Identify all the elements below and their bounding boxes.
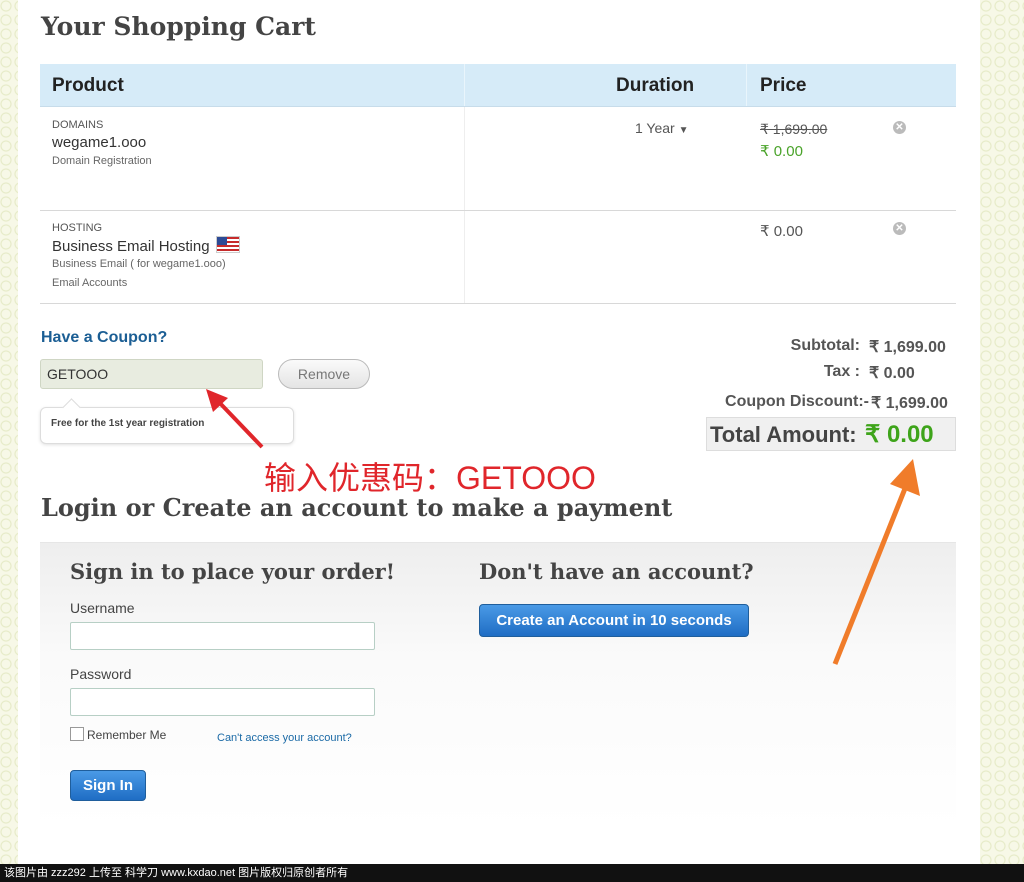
header-divider <box>746 64 747 106</box>
table-row: DOMAINS wegame1.ooo Domain Registration … <box>40 107 956 211</box>
header-price: Price <box>760 75 807 96</box>
header-duration: Duration <box>616 75 695 96</box>
username-input[interactable] <box>70 622 375 650</box>
subtotal-value: ₹ 1,699.00 <box>869 339 946 356</box>
cart-table: Product Duration Price DOMAINS wegame1.o… <box>40 64 956 304</box>
item-name: wegame1.ooo <box>52 134 147 151</box>
total-value: ₹ 0.00 <box>865 421 934 448</box>
duration-value: 1 Year <box>635 120 675 136</box>
remember-me: Remember Me <box>70 727 166 742</box>
remove-item-icon[interactable]: ✕ <box>893 121 906 134</box>
item-name: Business Email Hosting <box>52 238 210 255</box>
duration-dropdown[interactable]: 1 Year ▼ <box>635 120 689 136</box>
total-label: Total Amount: <box>710 422 857 447</box>
remember-label: Remember Me <box>87 728 167 742</box>
item-description-2: Email Accounts <box>52 277 128 289</box>
coupon-title: Have a Coupon? <box>41 329 168 346</box>
us-flag-icon <box>215 236 240 253</box>
coupon-input[interactable] <box>40 359 263 389</box>
subtotal-label: Subtotal: <box>790 337 860 354</box>
header-product: Product <box>52 75 124 96</box>
tax-value: ₹ 0.00 <box>869 365 915 382</box>
no-account-title: Don't have an account? <box>479 559 754 584</box>
remove-coupon-button[interactable]: Remove <box>278 359 370 389</box>
username-label: Username <box>70 600 135 616</box>
discount-label: Coupon Discount:- <box>725 393 869 410</box>
cant-access-link[interactable]: Can't access your account? <box>217 732 352 744</box>
discount-value: ₹ 1,699.00 <box>871 395 948 412</box>
caret-down-icon: ▼ <box>678 125 689 136</box>
item-name-wrap: Business Email Hosting <box>52 236 240 255</box>
item-category: DOMAINS <box>52 119 104 131</box>
login-heading: Login or Create an account to make a pay… <box>41 493 673 522</box>
item-category: HOSTING <box>52 222 103 234</box>
remember-checkbox[interactable] <box>70 727 84 741</box>
table-header: Product Duration Price <box>40 64 956 107</box>
password-label: Password <box>70 666 132 682</box>
column-divider <box>464 211 465 303</box>
signin-title: Sign in to place your order! <box>70 559 395 584</box>
watermark-bar: 该图片由 zzz292 上传至 科学刀 www.kxdao.net 图片版权归原… <box>0 864 1024 882</box>
remove-item-icon[interactable]: ✕ <box>893 222 906 235</box>
discounted-price: ₹ 0.00 <box>760 143 803 160</box>
original-price: ₹ 1,699.00 <box>760 121 828 137</box>
coupon-tooltip: Free for the 1st year registration <box>40 407 294 444</box>
item-price: ₹ 0.00 <box>760 223 803 240</box>
password-input[interactable] <box>70 688 375 716</box>
header-divider <box>464 64 465 106</box>
total-amount-box: Total Amount: ₹ 0.00 <box>706 417 956 451</box>
login-panel: Sign in to place your order! Username Pa… <box>40 542 956 828</box>
item-description: Business Email ( for wegame1.ooo) <box>52 258 226 270</box>
create-account-button[interactable]: Create an Account in 10 seconds <box>479 604 749 637</box>
column-divider <box>464 107 465 210</box>
page-content: Your Shopping Cart Product Duration Pric… <box>18 0 980 864</box>
tax-label: Tax : <box>823 363 860 380</box>
item-description: Domain Registration <box>52 155 152 167</box>
table-row: HOSTING Business Email Hosting Business … <box>40 211 956 304</box>
cart-title: Your Shopping Cart <box>41 12 316 41</box>
signin-button[interactable]: Sign In <box>70 770 146 801</box>
